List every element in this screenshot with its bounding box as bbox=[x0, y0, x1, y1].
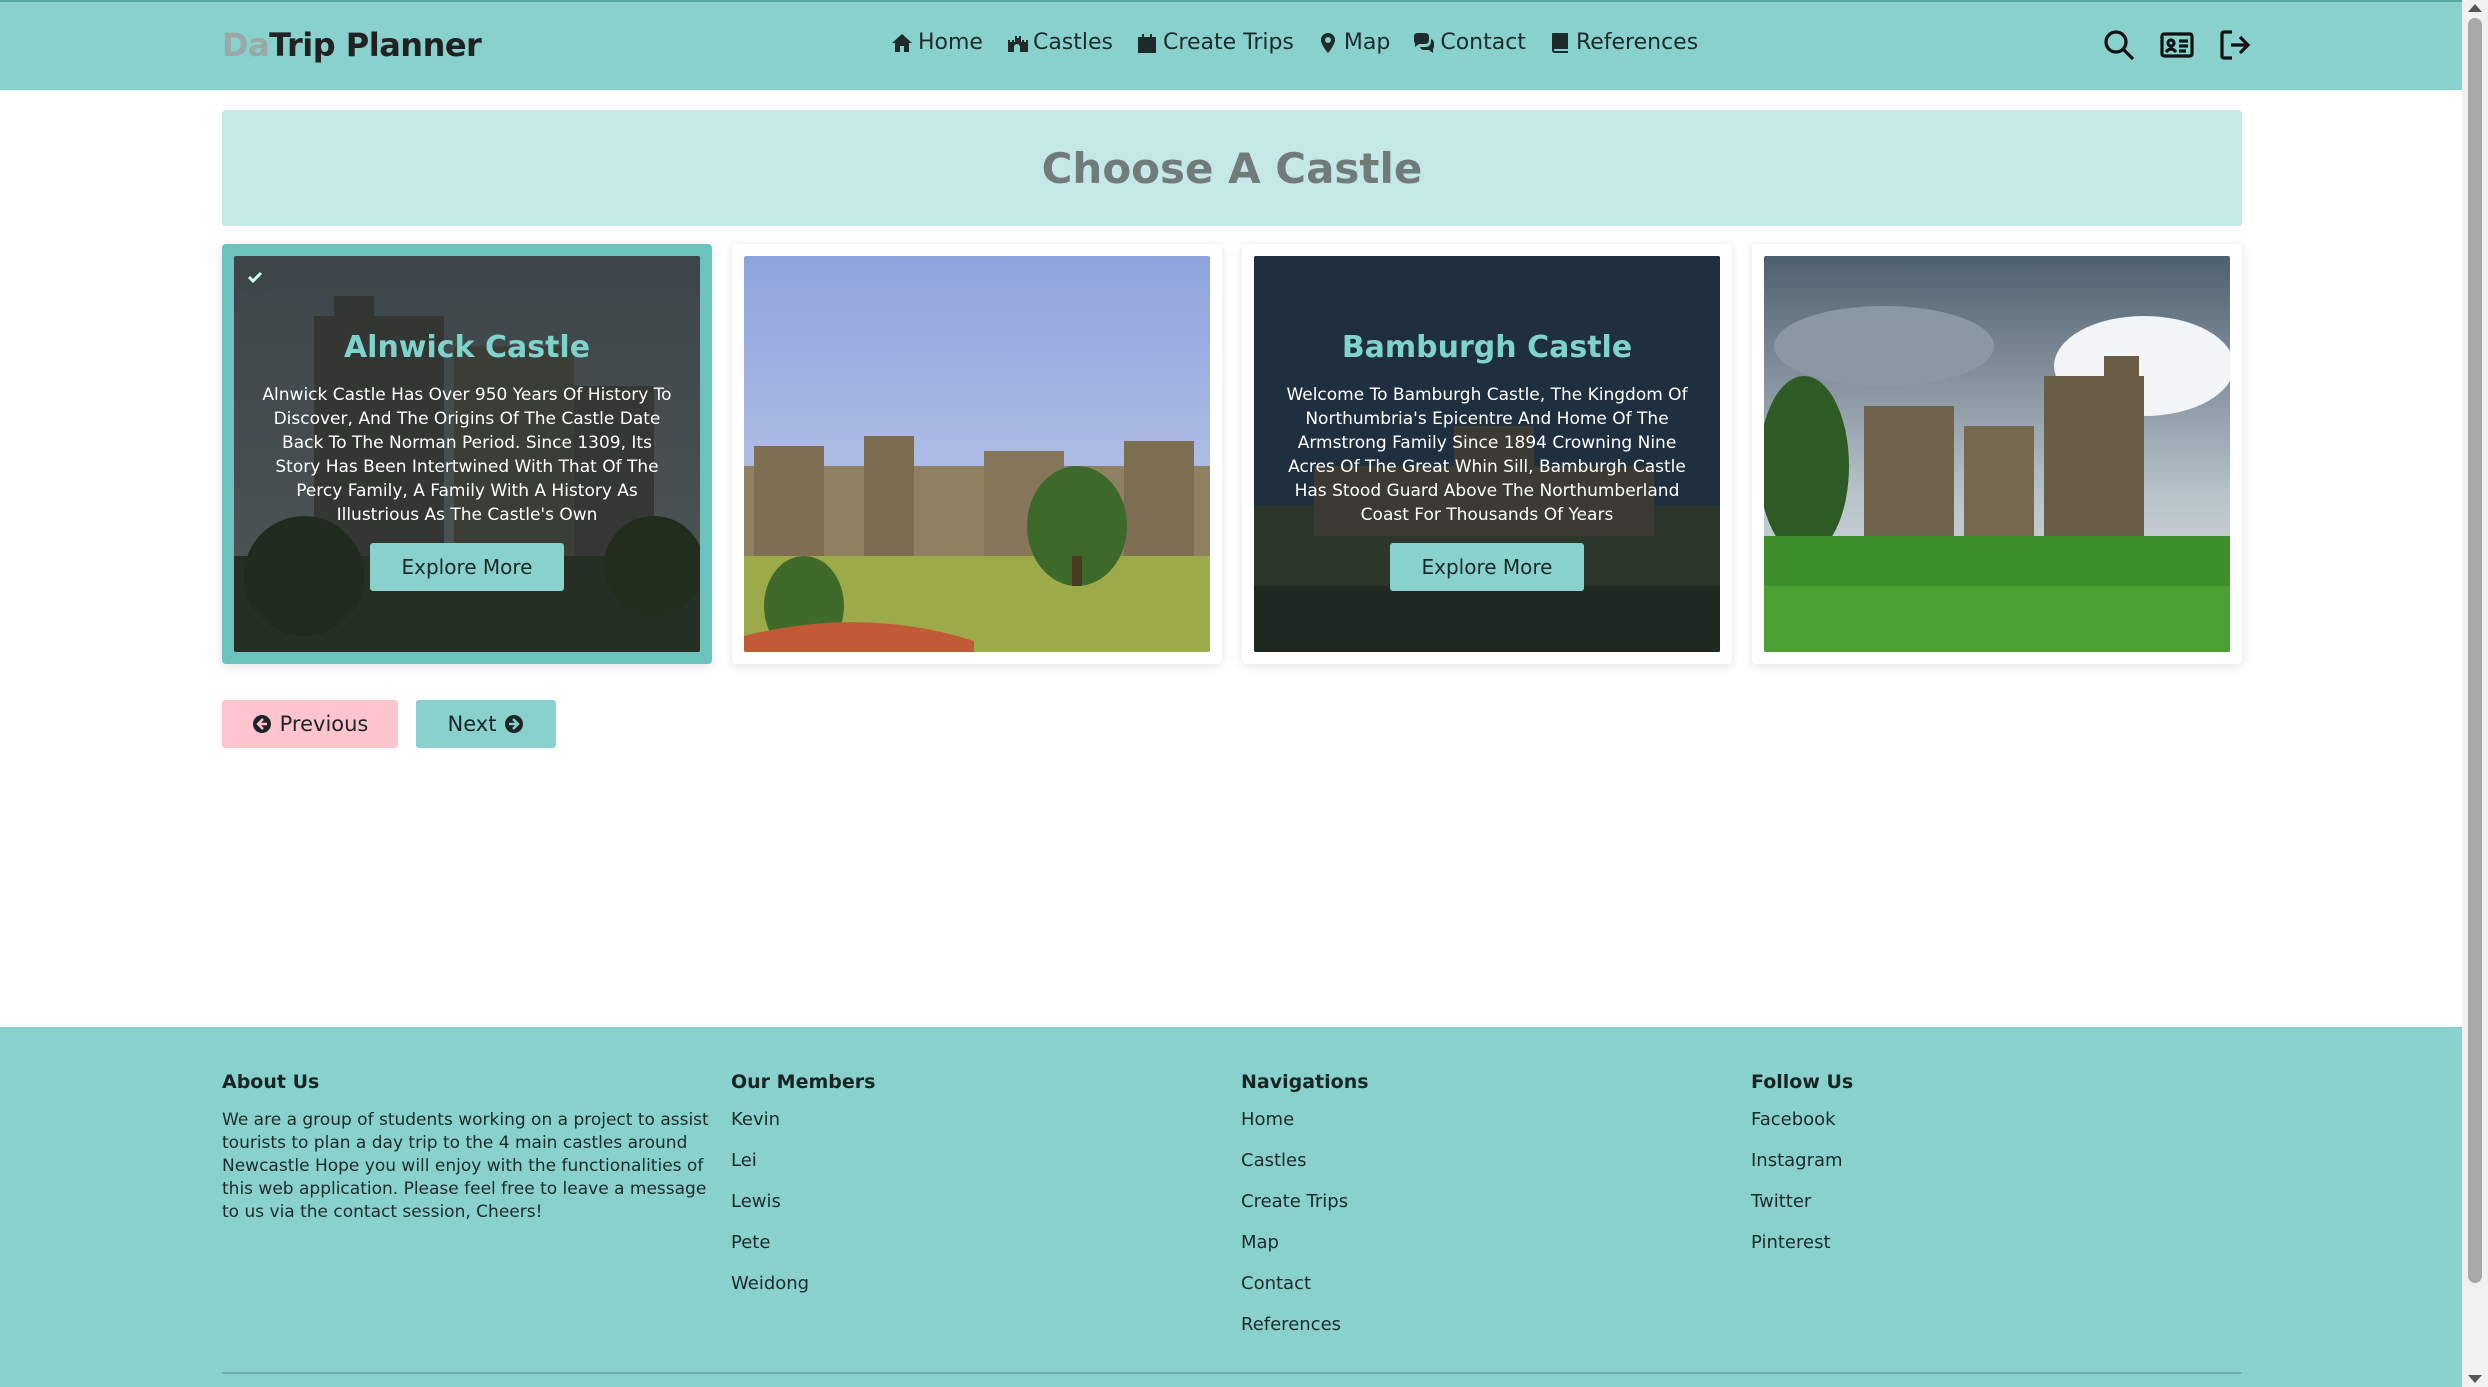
footer-link[interactable]: Castles bbox=[1241, 1150, 1369, 1191]
nav-link-label: Castles bbox=[1032, 30, 1114, 55]
nav-link-castles[interactable]: Castles bbox=[1005, 30, 1113, 55]
castle-card-alnwick[interactable]: Alnwick Castle Alnwick Castle Has Over 9… bbox=[222, 244, 712, 664]
map-pin-icon bbox=[1320, 32, 1335, 53]
footer-link[interactable]: Home bbox=[1241, 1109, 1369, 1150]
castle-card-2[interactable] bbox=[732, 244, 1222, 664]
arrow-left-circle-icon bbox=[252, 715, 271, 733]
footer-link[interactable]: Map bbox=[1241, 1232, 1369, 1273]
page-title: Choose A Castle bbox=[1041, 143, 1423, 193]
pagination: Previous Next bbox=[222, 700, 556, 748]
top-navbar: DaTrip Planner Home Castles Create Trips… bbox=[0, 0, 2462, 90]
check-icon bbox=[247, 271, 263, 284]
brand-name: Trip Planner bbox=[269, 26, 482, 64]
nav-links: Home Castles Create Trips Map Contact Re… bbox=[890, 30, 1720, 55]
profile-button[interactable] bbox=[2160, 28, 2194, 67]
card-title: Bamburgh Castle bbox=[1341, 330, 1633, 365]
logout-button[interactable] bbox=[2218, 28, 2252, 67]
page-header-banner: Choose A Castle bbox=[222, 110, 2242, 226]
nav-link-map[interactable]: Map bbox=[1316, 30, 1390, 55]
arrow-right-circle-icon bbox=[505, 715, 524, 733]
footer-link[interactable]: Facebook bbox=[1751, 1109, 1853, 1150]
footer-link[interactable]: Weidong bbox=[731, 1273, 875, 1314]
footer-about-text: We are a group of students working on a … bbox=[222, 1110, 709, 1222]
nav-link-contact[interactable]: Contact bbox=[1412, 30, 1526, 55]
id-card-icon bbox=[2160, 32, 2194, 58]
nav-link-create-trips[interactable]: Create Trips bbox=[1135, 30, 1294, 55]
footer-heading: Navigations bbox=[1241, 1071, 1369, 1093]
next-button[interactable]: Next bbox=[416, 700, 556, 748]
scroll-up-arrow[interactable] bbox=[2468, 4, 2482, 12]
next-label: Next bbox=[447, 712, 497, 736]
nav-link-label: References bbox=[1575, 30, 1699, 55]
nav-link-label: Home bbox=[918, 30, 983, 55]
site-footer: About Us We are a group of students work… bbox=[0, 1027, 2462, 1387]
scroll-down-arrow[interactable] bbox=[2468, 1375, 2482, 1383]
card-description: Alnwick Castle Has Over 950 Years Of His… bbox=[262, 385, 672, 525]
footer-link[interactable]: Create Trips bbox=[1241, 1191, 1369, 1232]
footer-heading: About Us bbox=[222, 1071, 320, 1093]
card-description: Welcome To Bamburgh Castle, The Kingdom … bbox=[1286, 385, 1688, 525]
footer-navigations: Navigations Home Castles Create Trips Ma… bbox=[1241, 1071, 1369, 1355]
castle-photo bbox=[1764, 256, 2230, 652]
explore-more-button[interactable]: Explore More bbox=[370, 543, 564, 591]
page-scrollbar[interactable] bbox=[2462, 0, 2488, 1387]
footer-link[interactable]: Lei bbox=[731, 1150, 875, 1191]
nav-link-label: Map bbox=[1343, 30, 1391, 55]
footer-link[interactable]: Kevin bbox=[731, 1109, 875, 1150]
previous-button[interactable]: Previous bbox=[222, 700, 398, 748]
calendar-icon bbox=[1138, 33, 1157, 53]
footer-about: About Us We are a group of students work… bbox=[222, 1071, 712, 1224]
castle-card-4[interactable] bbox=[1752, 244, 2242, 664]
castle-icon bbox=[1007, 35, 1028, 52]
selected-check bbox=[238, 260, 272, 294]
nav-icon-group bbox=[2102, 28, 2252, 67]
footer-link[interactable]: Instagram bbox=[1751, 1150, 1853, 1191]
search-icon bbox=[2104, 30, 2135, 61]
castle-image-alnwick: Alnwick Castle Alnwick Castle Has Over 9… bbox=[234, 256, 700, 652]
castle-card-list: Alnwick Castle Alnwick Castle Has Over 9… bbox=[222, 244, 2242, 664]
castle-image-2 bbox=[744, 256, 1210, 652]
footer-link[interactable]: Twitter bbox=[1751, 1191, 1853, 1232]
footer-link[interactable]: Pete bbox=[731, 1232, 875, 1273]
home-icon bbox=[892, 33, 912, 52]
card-overlay: Alnwick Castle Alnwick Castle Has Over 9… bbox=[234, 256, 700, 652]
card-overlay: Bamburgh Castle Welcome To Bamburgh Cast… bbox=[1254, 256, 1720, 652]
chat-icon bbox=[1414, 32, 1435, 53]
footer-heading: Follow Us bbox=[1751, 1071, 1854, 1093]
footer-link[interactable]: Pinterest bbox=[1751, 1232, 1853, 1273]
castle-image-4 bbox=[1764, 256, 2230, 652]
castle-card-bamburgh[interactable]: Bamburgh Castle Welcome To Bamburgh Cast… bbox=[1242, 244, 1732, 664]
nav-link-label: Contact bbox=[1440, 30, 1526, 55]
brand-logo[interactable]: DaTrip Planner bbox=[222, 26, 482, 64]
footer-link[interactable]: Contact bbox=[1241, 1273, 1369, 1314]
castle-image-bamburgh: Bamburgh Castle Welcome To Bamburgh Cast… bbox=[1254, 256, 1720, 652]
card-title: Alnwick Castle bbox=[343, 330, 591, 365]
explore-more-button[interactable]: Explore More bbox=[1390, 543, 1584, 591]
previous-label: Previous bbox=[279, 712, 369, 736]
logout-icon bbox=[2220, 30, 2251, 60]
nav-link-home[interactable]: Home bbox=[890, 30, 983, 55]
book-icon bbox=[1551, 32, 1568, 53]
footer-follow: Follow Us Facebook Instagram Twitter Pin… bbox=[1751, 1071, 1853, 1273]
brand-prefix: Da bbox=[222, 26, 270, 64]
nav-link-references[interactable]: References bbox=[1548, 30, 1698, 55]
footer-divider bbox=[222, 1372, 2242, 1374]
footer-heading: Our Members bbox=[731, 1071, 876, 1093]
search-button[interactable] bbox=[2102, 28, 2136, 67]
footer-members: Our Members Kevin Lei Lewis Pete Weidong bbox=[731, 1071, 875, 1314]
castle-photo bbox=[744, 256, 1210, 652]
footer-link[interactable]: Lewis bbox=[731, 1191, 875, 1232]
nav-link-label: Create Trips bbox=[1163, 30, 1294, 55]
footer-link[interactable]: References bbox=[1241, 1314, 1369, 1355]
scroll-thumb[interactable] bbox=[2468, 18, 2482, 1283]
